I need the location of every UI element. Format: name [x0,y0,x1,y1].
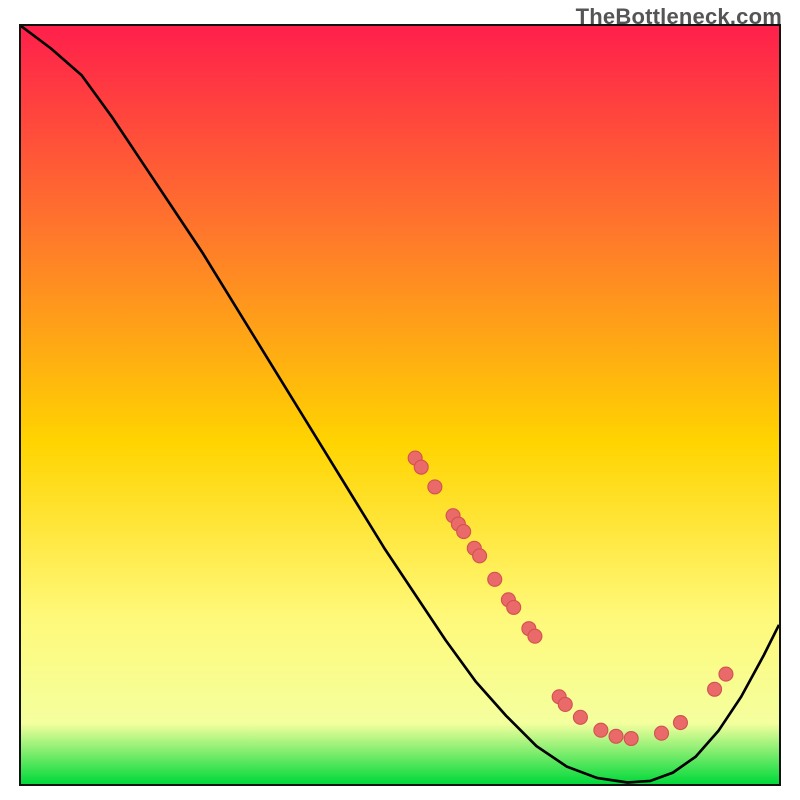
data-point-7 [473,549,487,563]
chart-svg [21,26,779,784]
data-point-17 [609,729,623,743]
data-point-12 [528,629,542,643]
data-point-14 [558,697,572,711]
data-point-2 [428,480,442,494]
data-point-20 [673,716,687,730]
chart-stage: TheBottleneck.com [0,0,800,800]
data-point-16 [594,723,608,737]
data-point-21 [708,682,722,696]
data-point-10 [507,600,521,614]
plot-area [19,24,781,786]
curve-line [21,26,779,782]
data-point-5 [457,525,471,539]
data-point-1 [414,460,428,474]
data-points [408,451,733,745]
data-point-22 [719,667,733,681]
data-point-15 [573,710,587,724]
data-point-18 [624,732,638,746]
data-point-19 [655,726,669,740]
data-point-8 [488,572,502,586]
